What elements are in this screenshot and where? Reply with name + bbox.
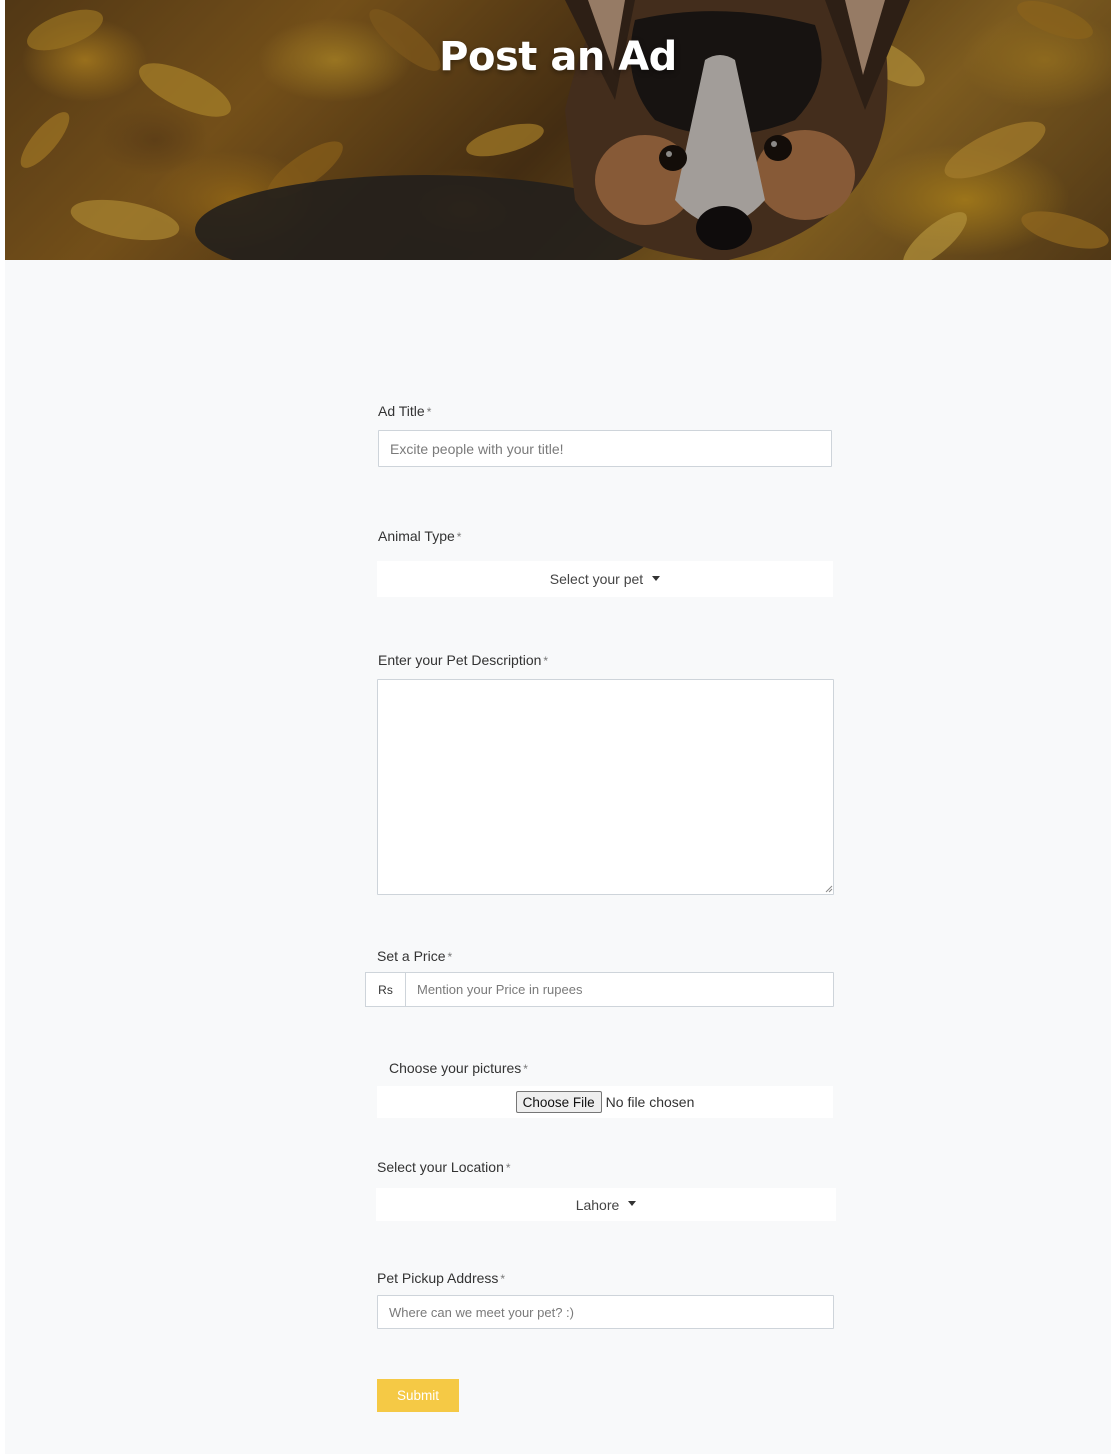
location-label-text: Select your Location [377, 1159, 504, 1175]
page: Post an Ad Ad Title* Animal Type* Select… [5, 0, 1111, 1454]
caret-down-icon [628, 1201, 637, 1206]
price-label-text: Set a Price [377, 948, 446, 964]
pickup-address-label-text: Pet Pickup Address [377, 1270, 499, 1286]
pickup-address-input[interactable] [377, 1295, 834, 1329]
description-label: Enter your Pet Description * [378, 652, 548, 668]
page-title: Post an Ad [439, 34, 677, 80]
animal-type-label-text: Animal Type [378, 528, 455, 544]
file-status: No file chosen [605, 1094, 695, 1110]
caret-down-icon [652, 575, 661, 581]
price-currency-text: Rs [378, 982, 393, 997]
required-marker: * [505, 1161, 511, 1175]
price-input[interactable] [405, 972, 834, 1007]
pictures-label: Choose your pictures * [389, 1060, 528, 1076]
location-label: Select your Location * [377, 1159, 511, 1175]
ad-title-label-text: Ad Title [378, 403, 425, 419]
submit-button[interactable]: Submit [377, 1379, 459, 1412]
animal-type-selected: Select your pet [549, 571, 644, 587]
ad-title-input[interactable] [378, 430, 832, 467]
ad-title-label: Ad Title * [378, 403, 431, 419]
required-marker: * [543, 654, 549, 668]
animal-type-dropdown[interactable]: Select your pet [377, 561, 833, 597]
location-dropdown[interactable]: Lahore [376, 1188, 836, 1221]
description-textarea[interactable] [377, 679, 834, 895]
price-currency-prefix: Rs [365, 972, 406, 1007]
price-label: Set a Price * [377, 948, 452, 964]
hero-banner: Post an Ad [5, 0, 1111, 260]
resize-grip-icon[interactable] [825, 885, 833, 893]
required-marker: * [447, 950, 453, 964]
pictures-label-text: Choose your pictures [389, 1060, 522, 1076]
required-marker: * [500, 1272, 506, 1286]
animal-type-label: Animal Type * [378, 528, 461, 544]
required-marker: * [523, 1062, 528, 1076]
choose-file-button[interactable]: Choose File [515, 1091, 602, 1113]
pickup-address-label: Pet Pickup Address * [377, 1270, 505, 1286]
file-upload: Choose File No file chosen [377, 1086, 833, 1118]
description-label-text: Enter your Pet Description [378, 652, 542, 668]
required-marker: * [456, 530, 462, 544]
location-selected: Lahore [575, 1196, 620, 1213]
required-marker: * [426, 405, 432, 419]
